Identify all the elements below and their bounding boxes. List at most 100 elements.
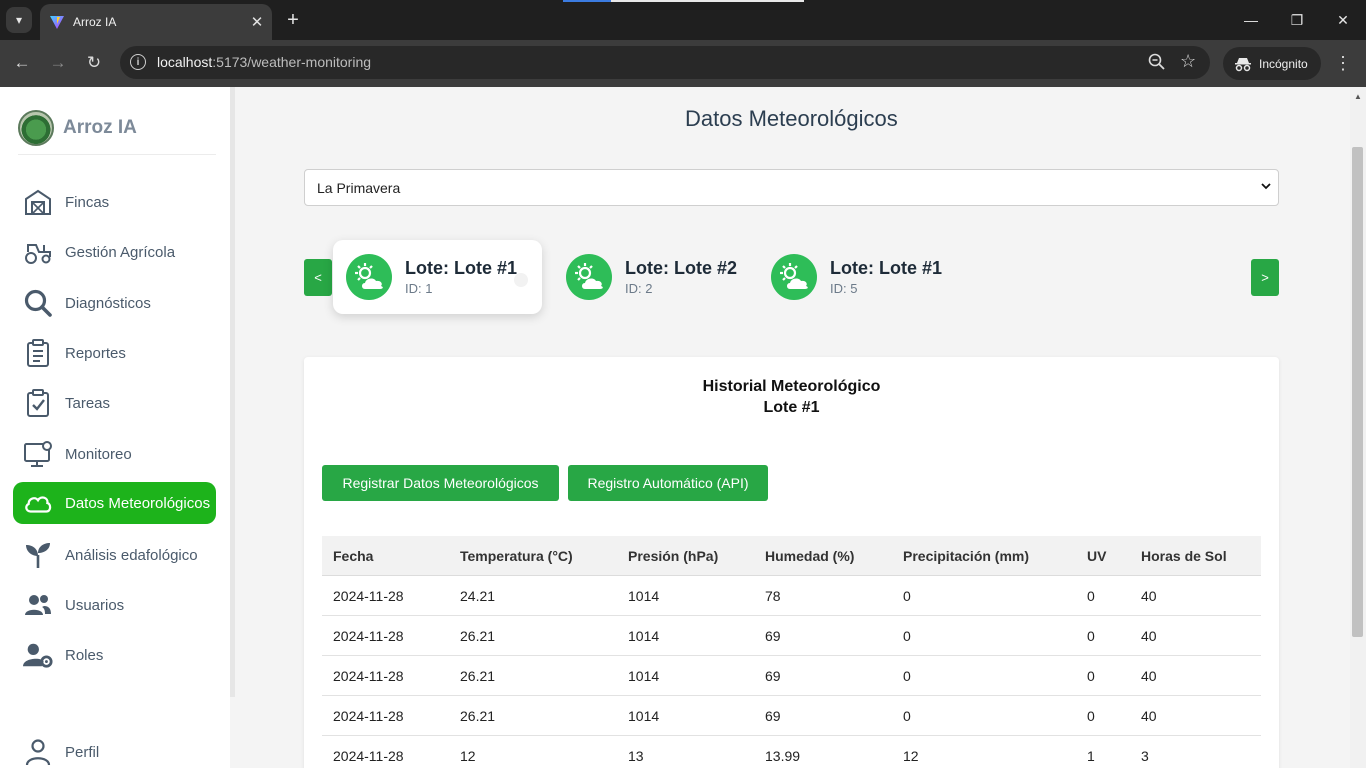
incognito-icon [1235, 57, 1251, 71]
cell-humedad: 69 [765, 708, 781, 724]
close-window-button[interactable]: ✕ [1331, 8, 1355, 32]
cell-uv: 0 [1087, 628, 1095, 644]
forward-icon[interactable]: → [46, 51, 70, 75]
cell-precipitacion: 0 [903, 588, 911, 604]
sidebar-item-reportes[interactable]: Reportes [13, 332, 216, 374]
page-scrollbar[interactable]: ▲ [1350, 87, 1366, 768]
cell-precipitacion: 0 [903, 628, 911, 644]
search-icon [23, 288, 53, 318]
scroll-up-icon[interactable]: ▲ [1354, 92, 1362, 101]
sidebar-item-label: Monitoreo [65, 445, 132, 463]
sidebar-item-monitoreo[interactable]: Monitoreo [13, 433, 216, 475]
monitor-icon [23, 439, 53, 469]
lote-name: Lote: Lote #1 [405, 258, 518, 278]
weather-sun-cloud-icon [566, 254, 612, 300]
sidebar-item-label: Perfil [65, 743, 100, 761]
lote-card[interactable]: Lote: Lote #1 ID: 5 [758, 240, 958, 314]
user-gear-icon [23, 640, 53, 670]
users-icon [23, 590, 53, 620]
cell-precipitacion: 12 [903, 748, 919, 764]
sidebar-item-gestion-agricola[interactable]: Gestión Agrícola [13, 231, 216, 273]
table-row: 2024-11-28 26.21 1014 69 0 0 40 [322, 616, 1261, 656]
header-uv: UV [1087, 548, 1107, 564]
cell-uv: 1 [1087, 748, 1095, 764]
sidebar-item-roles[interactable]: Roles [13, 634, 216, 676]
lote-name: Lote: Lote #2 [625, 258, 738, 278]
url-text: localhost:5173/weather-monitoring [157, 54, 371, 70]
sidebar-item-fincas[interactable]: Fincas [13, 181, 216, 223]
auto-register-api-button[interactable]: Registro Automático (API) [568, 465, 768, 501]
browser-tab-bar: ▾ Arroz IA ✕ + — ❐ ✕ [0, 0, 1366, 40]
sidebar-item-diagnosticos[interactable]: Diagnósticos [13, 282, 216, 324]
sidebar-item-label: Análisis edafológico [65, 546, 198, 564]
lote-id: ID: 5 [830, 281, 858, 296]
cell-temperatura: 26.21 [460, 668, 496, 684]
minimize-button[interactable]: — [1239, 8, 1263, 32]
sidebar-item-perfil[interactable]: Perfil [13, 731, 216, 768]
weather-table: Fecha Temperatura (°C) Presión (hPa) Hum… [322, 536, 1261, 768]
header-fecha: Fecha [333, 548, 374, 564]
register-weather-button[interactable]: Registrar Datos Meteorológicos [322, 465, 559, 501]
back-icon[interactable]: ← [10, 51, 34, 75]
carousel-next-button[interactable]: > [1251, 259, 1279, 296]
cell-presion: 13 [628, 748, 644, 764]
header-precipitacion: Precipitación (mm) [903, 548, 1030, 564]
brand[interactable]: Arroz IA [18, 109, 137, 147]
table-row: 2024-11-28 26.21 1014 69 0 0 40 [322, 696, 1261, 736]
sprout-icon [23, 540, 53, 570]
tractor-icon [23, 237, 53, 267]
cell-humedad: 69 [765, 668, 781, 684]
header-presion: Presión (hPa) [628, 548, 719, 564]
brand-name: Arroz IA [63, 117, 137, 138]
cell-horas-sol: 40 [1141, 668, 1157, 684]
cell-horas-sol: 40 [1141, 588, 1157, 604]
url-path: :5173/weather-monitoring [212, 54, 372, 70]
bookmark-star-icon[interactable]: ☆ [1180, 51, 1196, 72]
sidebar-item-datos-meteorologicos[interactable]: Datos Meteorológicos [13, 482, 216, 524]
cell-humedad: 13.99 [765, 748, 801, 764]
sidebar-item-label: Usuarios [65, 596, 125, 614]
finca-select[interactable]: La Primavera [304, 169, 1279, 206]
cell-precipitacion: 0 [903, 708, 911, 724]
sidebar-item-label: Reportes [65, 344, 126, 362]
cell-temperatura: 12 [460, 748, 476, 764]
sidebar-item-usuarios[interactable]: Usuarios [13, 584, 216, 626]
sidebar-item-label: Datos Meteorológicos [65, 494, 211, 512]
sidebar-item-analisis-edafologico[interactable]: Análisis edafológico [13, 534, 216, 576]
cloud-icon [23, 488, 53, 518]
new-tab-button[interactable]: + [281, 8, 305, 32]
header-temperatura: Temperatura (°C) [460, 548, 573, 564]
tab-list-button[interactable]: ▾ [6, 7, 32, 33]
address-bar[interactable]: i localhost:5173/weather-monitoring ☆ [120, 46, 1210, 79]
tab-close-icon[interactable]: ✕ [246, 13, 268, 31]
restore-button[interactable]: ❐ [1285, 8, 1309, 32]
header-horas-sol: Horas de Sol [1141, 548, 1227, 564]
cell-temperatura: 26.21 [460, 628, 496, 644]
profile-icon [23, 737, 53, 767]
brand-logo [18, 110, 54, 146]
cell-fecha: 2024-11-28 [333, 588, 404, 604]
incognito-indicator[interactable]: Incógnito [1223, 47, 1321, 80]
site-info-icon[interactable]: i [130, 54, 146, 70]
zoom-out-icon[interactable] [1148, 53, 1166, 71]
table-header: Fecha Temperatura (°C) Presión (hPa) Hum… [322, 536, 1261, 576]
table-row: 2024-11-28 12 13 13.99 12 1 3 [322, 736, 1261, 768]
lote-card[interactable]: Lote: Lote #2 ID: 2 [553, 240, 748, 314]
scrollbar-thumb[interactable] [1352, 147, 1363, 637]
cell-temperatura: 24.21 [460, 588, 496, 604]
cell-uv: 0 [1087, 588, 1095, 604]
browser-menu-icon[interactable]: ⋮ [1334, 51, 1352, 75]
finca-select-value: La Primavera [317, 179, 401, 196]
cell-horas-sol: 40 [1141, 628, 1157, 644]
history-title: Historial Meteorológico Lote #1 [304, 376, 1279, 418]
header-humedad: Humedad (%) [765, 548, 855, 564]
reload-icon[interactable]: ↻ [82, 51, 106, 75]
carousel-prev-button[interactable]: < [304, 259, 332, 296]
cell-uv: 0 [1087, 668, 1095, 684]
barn-icon [23, 187, 53, 217]
cell-fecha: 2024-11-28 [333, 628, 404, 644]
sidebar-item-tareas[interactable]: Tareas [13, 382, 216, 424]
lote-card[interactable]: Lote: Lote #1 ID: 1 [333, 240, 542, 314]
browser-tab[interactable]: Arroz IA ✕ [40, 4, 272, 40]
history-subtitle: Lote #1 [763, 399, 820, 416]
